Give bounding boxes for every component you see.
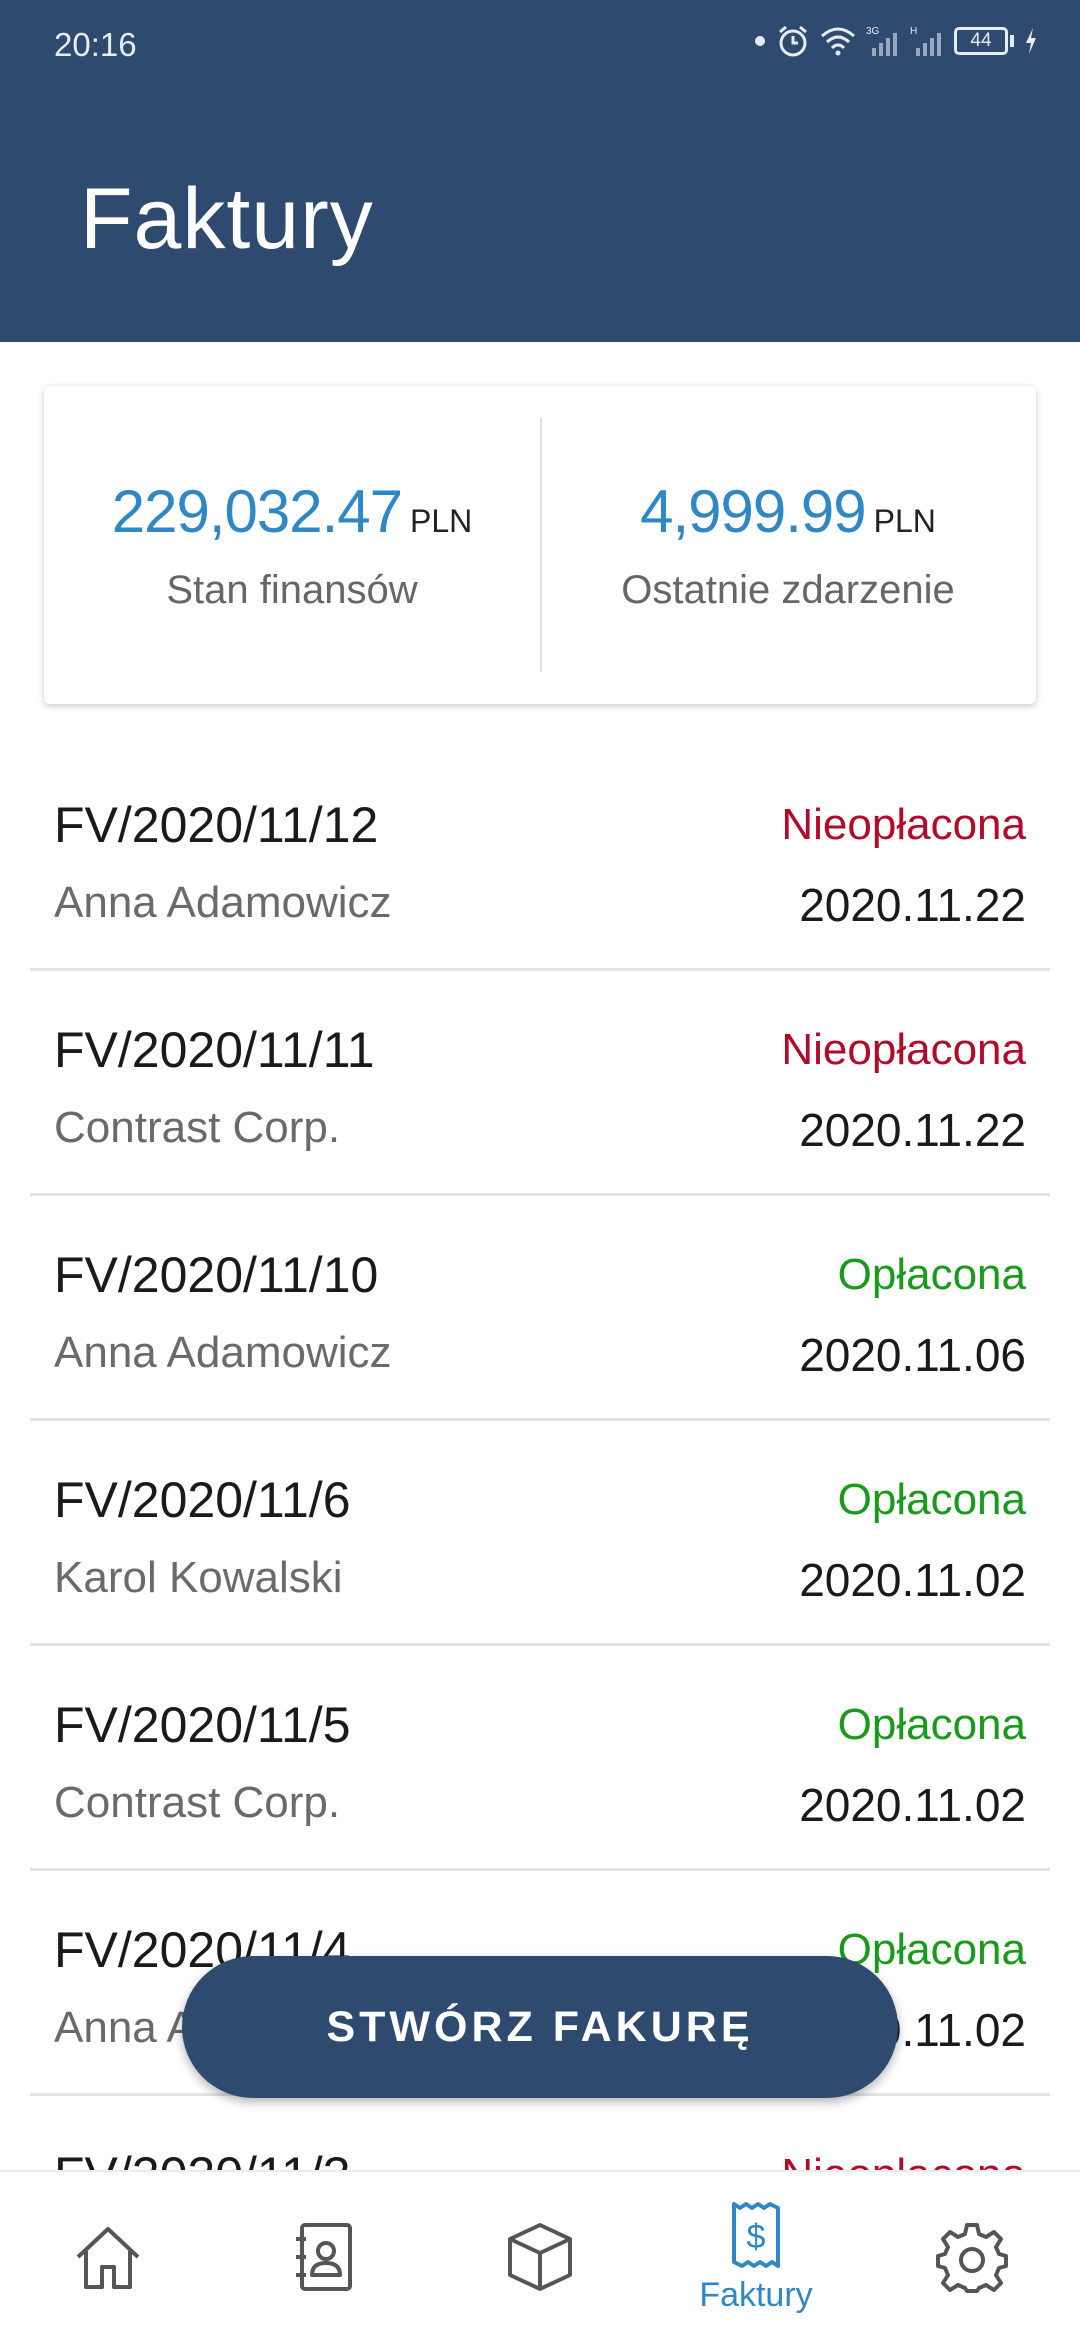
signal-h-icon: H	[910, 26, 941, 56]
svg-text:$: $	[747, 2218, 766, 2256]
nav-item-contacts[interactable]	[216, 2172, 432, 2340]
alarm-icon	[779, 25, 807, 57]
invoice-number: FV/2020/11/10	[54, 1247, 379, 1303]
balance-amount: 229,032.47	[111, 478, 403, 545]
invoice-client: Contrast Corp.	[54, 1103, 341, 1152]
invoice-number: FV/2020/11/12	[54, 797, 379, 853]
home-icon	[76, 2227, 140, 2289]
last-event-currency: PLN	[873, 503, 936, 539]
balance-label: Stan finansów	[166, 568, 418, 612]
battery-cap	[1010, 35, 1014, 47]
balance-summary[interactable]: 229,032.47 PLN Stan finansów	[44, 386, 540, 704]
invoice-number: FV/2020/11/5	[54, 1697, 351, 1753]
invoice-status: Nieopłacona	[781, 1025, 1026, 1074]
invoice-date: 2020.11.02	[799, 1779, 1026, 1831]
svg-text:3G: 3G	[866, 26, 880, 37]
invoice-client: Contrast Corp.	[54, 1778, 341, 1827]
invoice-client: Anna Adamowicz	[54, 878, 392, 927]
nav-item-settings[interactable]	[864, 2172, 1080, 2340]
invoice-row[interactable]: FV/2020/11/6 Karol Kowalski Opłacona 202…	[30, 1421, 1050, 1646]
balance-currency: PLN	[410, 503, 473, 539]
status-icons: 3G H 44	[754, 24, 1038, 58]
page-title: Faktury	[80, 171, 374, 267]
invoice-status: Nieopłacona	[781, 800, 1026, 849]
invoice-number: FV/2020/11/11	[54, 1022, 375, 1078]
svg-text:H: H	[910, 26, 917, 37]
invoice-row[interactable]: FV/2020/11/10 Anna Adamowicz Opłacona 20…	[30, 1196, 1050, 1421]
status-time: 20:16	[54, 26, 137, 63]
invoice-row[interactable]: FV/2020/11/12 Anna Adamowicz Nieopłacona…	[30, 746, 1050, 971]
battery-level: 44	[954, 27, 1008, 55]
wifi-icon	[821, 27, 855, 56]
signal-3g-icon: 3G	[866, 26, 897, 56]
invoice-client: Anna Adamowicz	[54, 1328, 392, 1377]
create-invoice-button[interactable]: STWÓRZ FAKURĘ	[182, 1956, 898, 2098]
invoice-date: 2020.11.06	[799, 1329, 1026, 1381]
invoice-date: 2020.11.22	[799, 879, 1026, 931]
charging-icon	[1026, 28, 1036, 54]
invoice-row[interactable]: FV/2020/11/5 Contrast Corp. Opłacona 202…	[30, 1646, 1050, 1871]
invoice-status: Opłacona	[837, 1700, 1026, 1749]
invoice-icon: $	[732, 2201, 780, 2268]
invoice-date: 2020.11.22	[799, 1104, 1026, 1156]
bottom-nav: $ Faktury	[0, 2170, 1080, 2340]
battery-indicator: 44	[954, 27, 1014, 55]
last-event-label: Ostatnie zdarzenie	[621, 568, 955, 612]
box-icon	[508, 2223, 572, 2291]
nav-label-invoices: Faktury	[699, 2275, 813, 2314]
summary-card: 229,032.47 PLN Stan finansów 4,999.99 PL…	[44, 386, 1036, 704]
app-header: 20:16 3G H 44 Faktury	[0, 0, 1080, 342]
last-event-amount: 4,999.99	[640, 478, 867, 545]
invoice-status: Opłacona	[837, 1250, 1026, 1299]
gear-icon	[936, 2223, 1008, 2293]
invoice-client: Karol Kowalski	[54, 1553, 343, 1602]
balance-amount-line: 229,032.47 PLN	[112, 477, 473, 546]
nav-item-products[interactable]	[432, 2172, 648, 2340]
invoice-number: FV/2020/11/6	[54, 1472, 351, 1528]
last-event-amount-line: 4,999.99 PLN	[640, 477, 936, 546]
nav-item-invoices[interactable]: $ Faktury	[648, 2172, 864, 2340]
invoice-date: 2020.11.02	[799, 1554, 1026, 1606]
nav-item-home[interactable]	[0, 2172, 216, 2340]
notification-dot-icon	[755, 36, 765, 46]
invoice-row[interactable]: FV/2020/11/11 Contrast Corp. Nieopłacona…	[30, 971, 1050, 1196]
invoice-status: Opłacona	[837, 1475, 1026, 1524]
last-event-summary[interactable]: 4,999.99 PLN Ostatnie zdarzenie	[540, 386, 1036, 704]
contacts-icon	[296, 2223, 352, 2291]
